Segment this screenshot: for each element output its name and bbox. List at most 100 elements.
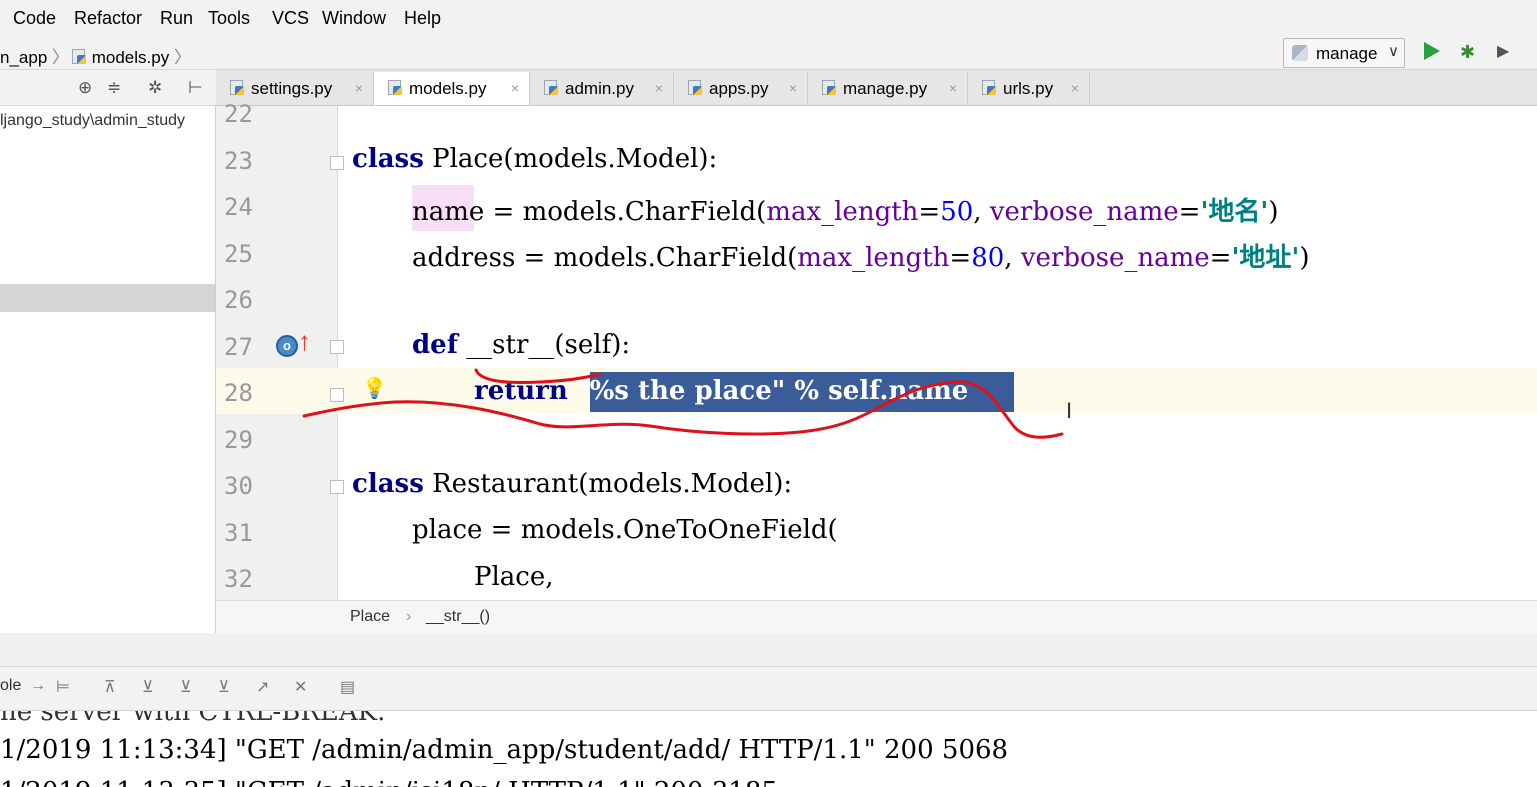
console-toolbar: ole → ⊨ ⊼ ⊻ ⊻ ⊻ ↗ ✕ ▤ — [0, 667, 1537, 711]
breadcrumb-method[interactable]: __str__() — [426, 608, 490, 626]
step-over-icon[interactable]: ⊼ — [104, 677, 116, 697]
override-method-icon[interactable]: o — [276, 335, 298, 357]
line-number: 31 — [224, 519, 253, 547]
keyword: class — [352, 144, 424, 174]
close-icon[interactable]: × — [1071, 80, 1079, 96]
chevron-right-icon: 〉 — [52, 48, 70, 67]
menu-refactor[interactable]: Refactor — [74, 8, 142, 29]
close-icon[interactable]: × — [511, 80, 519, 96]
code-line-32: Place, — [474, 562, 554, 592]
lightbulb-icon[interactable]: 💡 — [362, 376, 387, 401]
calculator-icon[interactable]: ▤ — [340, 677, 355, 697]
line-number: 26 — [224, 286, 253, 314]
tab-label: settings.py — [251, 79, 333, 98]
python-file-icon — [688, 80, 703, 96]
nav-crumb-file[interactable]: models.py 〉 — [72, 43, 191, 68]
tab-label: urls.py — [1003, 79, 1054, 98]
force-step-into-icon[interactable]: ⊻ — [180, 677, 192, 697]
console-line: ne server with CTRL-BREAK. — [0, 711, 386, 727]
keyword: class — [352, 469, 424, 499]
console-output[interactable]: ne server with CTRL-BREAK. 1/2019 11:13:… — [0, 711, 1537, 787]
python-file-icon — [982, 80, 997, 96]
menu-run[interactable]: Run — [160, 8, 193, 29]
line-number: 23 — [224, 147, 253, 175]
tab-admin-py[interactable]: admin.py × — [530, 72, 674, 105]
menu-vcs[interactable]: VCS — [272, 8, 309, 29]
run-config-select[interactable]: manage ∨ — [1283, 38, 1405, 68]
code-text: ) — [1268, 197, 1279, 227]
tab-models-py[interactable]: models.py × — [374, 72, 530, 105]
project-tree-selected-row[interactable] — [0, 284, 215, 312]
menu-help[interactable]: Help — [404, 8, 441, 29]
nav-crumb-project[interactable]: n_app 〉 — [0, 43, 69, 68]
nav-file-label: models.py — [91, 48, 170, 67]
code-text: = — [918, 197, 941, 227]
line-number: 32 — [224, 565, 253, 593]
code-text: = models.CharField( — [484, 197, 767, 227]
project-root-path[interactable]: ljango_study\admin_study — [0, 112, 185, 130]
python-config-icon — [1292, 45, 1308, 61]
code-text: , — [1004, 243, 1021, 273]
collapse-all-icon[interactable]: ≑ — [107, 78, 121, 98]
python-file-icon — [230, 80, 245, 96]
tab-urls-py[interactable]: urls.py × — [968, 72, 1090, 105]
gear-icon[interactable]: ✲ — [148, 78, 162, 98]
line-number: 30 — [224, 472, 253, 500]
run-to-cursor-icon[interactable]: ↗ — [256, 677, 269, 697]
arrow-up-icon: ↑ — [298, 326, 311, 356]
console-tab-label[interactable]: ole — [0, 677, 21, 695]
line-number: 27 — [224, 333, 253, 361]
code-text: = — [1178, 197, 1201, 227]
project-toolbar: ⊕ ≑ ✲ ⊢ — [0, 70, 216, 106]
locate-target-icon[interactable]: ⊕ — [78, 78, 92, 98]
close-icon[interactable]: × — [655, 80, 663, 96]
selected-text: "%s the place" % self.name — [576, 376, 969, 406]
run-with-coverage-icon[interactable]: ▶ — [1497, 42, 1519, 62]
step-into-icon[interactable]: ⊻ — [142, 677, 154, 697]
tab-manage-py[interactable]: manage.py × — [808, 72, 968, 105]
fold-marker-icon[interactable] — [330, 156, 344, 170]
keyword: def — [412, 330, 458, 360]
code-line-30: class Restaurant(models.Model): — [352, 469, 792, 499]
tab-label: manage.py — [843, 79, 928, 98]
hide-panel-icon[interactable]: ⊢ — [188, 78, 203, 98]
code-text: name — [412, 197, 485, 227]
close-icon[interactable]: × — [789, 80, 797, 96]
tab-label: admin.py — [565, 79, 634, 98]
tab-label: models.py — [409, 79, 487, 98]
fold-marker-icon[interactable] — [330, 480, 344, 494]
menu-window[interactable]: Window — [322, 8, 386, 29]
pin-icon[interactable]: → — [30, 677, 46, 695]
tab-apps-py[interactable]: apps.py × — [674, 72, 808, 105]
text-cursor-icon: I — [1066, 398, 1073, 423]
code-line-27: def __str__(self): — [412, 330, 630, 360]
code-line-24: name = models.CharField(max_length=50, v… — [412, 191, 1279, 228]
debug-bug-icon[interactable]: ✱ — [1460, 42, 1480, 62]
string-literal: '地名' — [1200, 197, 1269, 227]
line-number: 28 — [224, 379, 253, 407]
console-line: 1/2019 11:13:35] "GET /admin/jsi18n/ HTT… — [0, 777, 778, 787]
line-number: 29 — [224, 426, 253, 454]
line-number: 24 — [224, 193, 253, 221]
chevron-right-icon: 〉 — [173, 48, 191, 67]
number-literal: 80 — [971, 243, 1005, 273]
step-out-icon[interactable]: ⊻ — [218, 677, 230, 697]
panel-divider[interactable] — [0, 633, 1537, 667]
fold-end-marker-icon[interactable] — [330, 388, 344, 402]
scroll-to-end-icon[interactable]: ⊨ — [56, 677, 70, 697]
tab-label: apps.py — [709, 79, 769, 98]
close-icon[interactable]: × — [355, 80, 363, 96]
evaluate-icon[interactable]: ✕ — [294, 677, 307, 697]
menu-code[interactable]: Code — [13, 8, 56, 29]
kwarg: verbose_name — [989, 197, 1179, 227]
code-text: ) — [1299, 243, 1310, 273]
menu-tools[interactable]: Tools — [208, 8, 250, 29]
kwarg: verbose_name — [1020, 243, 1210, 273]
close-icon[interactable]: × — [949, 80, 957, 96]
code-text: address = models.CharField( — [412, 243, 798, 273]
fold-marker-icon[interactable] — [330, 340, 344, 354]
number-literal: 50 — [940, 197, 974, 227]
line-number: 22 — [224, 100, 253, 122]
breadcrumb-class[interactable]: Place — [350, 608, 390, 626]
run-button[interactable] — [1424, 42, 1440, 60]
